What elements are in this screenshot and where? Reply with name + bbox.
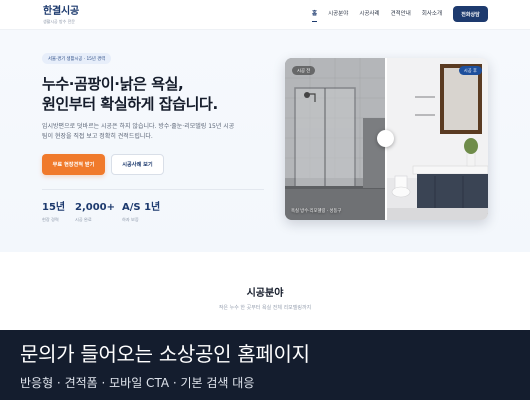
view-cases-button[interactable]: 시공사례 보기 — [111, 154, 164, 175]
before-after-slider[interactable]: 시공 전 시공 후 욕실 방수·리모델링 · 성동구 — [285, 58, 488, 220]
nav-item-estimate[interactable]: 견적안내 — [391, 10, 411, 18]
site-header: 한결시공 생활시공 방수 전문 홈 시공분야 시공사례 견적안내 회사소개 전화… — [0, 0, 530, 30]
slider-handle[interactable] — [377, 130, 394, 147]
hero-desc-line2: 팀이 현장을 직접 보고 정확히 견적드립니다. — [42, 133, 153, 140]
stat-label: 시공 완료 — [75, 217, 92, 222]
banner-title: 문의가 들어오는 소상공인 홈페이지 — [20, 342, 310, 366]
phone-consult-button[interactable]: 전화상담 — [453, 6, 488, 22]
nav-item-cases[interactable]: 시공사례 — [359, 10, 379, 18]
stat-label: 하자 보증 — [122, 217, 139, 222]
stat-value: A/S 1년 — [122, 202, 161, 213]
hero-desc-line1: 임시방편으로 덧바르는 시공은 하지 않습니다. 방수·줄눈·리모델링 15년 … — [42, 123, 235, 130]
stat-experience: 15년 현장 경력 — [42, 202, 65, 223]
compare-caption: 욕실 방수·리모델링 · 성동구 — [291, 209, 342, 214]
stat-value: 2,000+ — [75, 202, 116, 213]
services-section: 시공분야 작은 누수 한 곳부터 욕실 전체 리모델링까지 — [0, 252, 530, 330]
banner-subtitle: 반응형 · 견적폼 · 모바일 CTA · 기본 검색 대응 — [20, 376, 255, 390]
stat-completed: 2,000+ 시공 완료 — [75, 202, 115, 223]
main-nav: 홈 시공분야 시공사례 견적안내 회사소개 — [312, 10, 453, 22]
free-estimate-button[interactable]: 무료 현장견적 받기 — [42, 154, 105, 175]
section-title: 시공분야 — [246, 288, 284, 299]
logo[interactable]: 한결시공 생활시공 방수 전문 — [43, 6, 79, 24]
section-subtitle: 작은 누수 한 곳부터 욕실 전체 리모델링까지 — [218, 305, 312, 311]
before-tag: 시공 전 — [292, 66, 316, 75]
nav-item-home[interactable]: 홈 — [312, 10, 318, 22]
region-badge: 서울·경기 생활시공 · 15년 경력 — [42, 53, 112, 64]
promo-banner: 문의가 들어오는 소상공인 홈페이지 반응형 · 견적폼 · 모바일 CTA ·… — [0, 330, 530, 400]
nav-item-about[interactable]: 회사소개 — [422, 10, 442, 18]
stat-warranty: A/S 1년 하자 보증 — [122, 202, 160, 223]
divider — [42, 189, 264, 190]
stat-label: 현장 경력 — [42, 217, 59, 222]
nav-item-services[interactable]: 시공분야 — [328, 10, 348, 18]
hero-title: 누수·곰팡이·낡은 욕실, 원인부터 확실하게 잡습니다. — [42, 74, 218, 114]
logo-text: 한결시공 — [43, 6, 79, 17]
hero-title-line2: 원인부터 확실하게 잡습니다. — [42, 95, 218, 113]
logo-subtext: 생활시공 방수 전문 — [43, 19, 75, 24]
after-tag: 시공 후 — [458, 66, 482, 75]
stat-value: 15년 — [42, 202, 66, 213]
hero-description: 임시방편으로 덧바르는 시공은 하지 않습니다. 방수·줄눈·리모델링 15년 … — [42, 122, 262, 142]
hero-title-line1: 누수·곰팡이·낡은 욕실, — [42, 75, 184, 93]
